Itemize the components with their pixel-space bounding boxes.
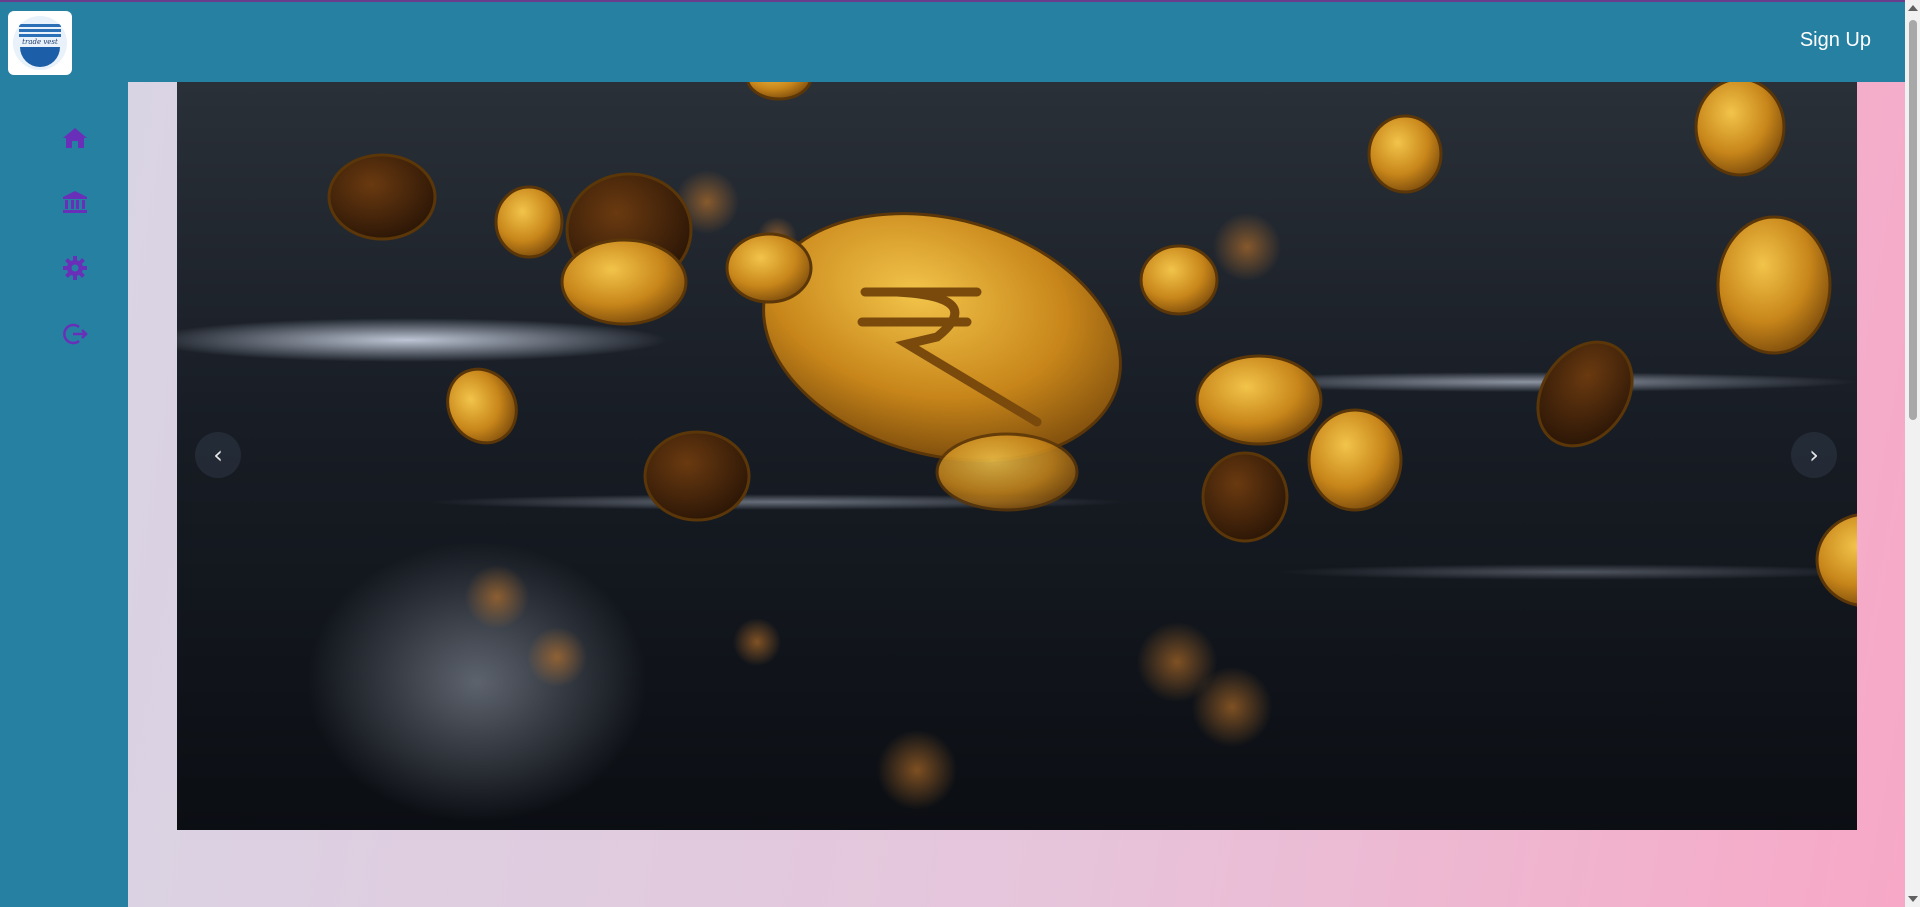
scroll-thumb[interactable]	[1909, 20, 1917, 420]
carousel-slide-image	[177, 82, 1857, 830]
sign-up-link[interactable]: Sign Up	[1800, 29, 1871, 52]
home-icon[interactable]	[61, 124, 89, 152]
sidebar	[0, 82, 128, 907]
logo[interactable]: trade vest	[8, 11, 72, 75]
image-carousel[interactable]: ‹ ›	[177, 82, 1857, 830]
gear-icon[interactable]	[61, 254, 89, 282]
logo-text: trade vest	[13, 38, 67, 46]
carousel-next-button[interactable]: ›	[1791, 432, 1837, 478]
logo-emblem: trade vest	[13, 16, 67, 70]
bank-icon[interactable]	[61, 188, 89, 216]
page-scrollbar[interactable]	[1905, 0, 1920, 907]
logout-icon[interactable]	[61, 320, 89, 348]
scroll-down-icon[interactable]	[1908, 896, 1918, 902]
carousel-prev-button[interactable]: ‹	[195, 432, 241, 478]
top-bar: trade vest Sign Up	[0, 0, 1905, 82]
scroll-up-icon[interactable]	[1908, 5, 1918, 11]
main-content: ‹ ›	[128, 82, 1905, 907]
